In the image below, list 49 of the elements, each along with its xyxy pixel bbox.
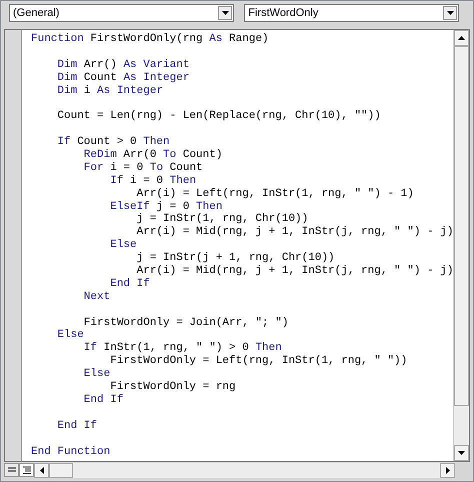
vertical-scrollbar[interactable] [453, 30, 469, 461]
code-line: Else [109, 239, 137, 252]
procedure-view-button[interactable] [4, 463, 19, 477]
code-line: ReDim Arr(0 To Count) [82, 149, 224, 162]
dropdown[interactable]: (General) [9, 4, 234, 22]
caret-icon [446, 11, 454, 15]
code-line: Dim Arr() As Variant [56, 58, 190, 72]
dropdown-button[interactable] [218, 6, 232, 20]
code-line: For i = 0 To Count [82, 162, 204, 175]
code-line: Dim i As Integer [56, 84, 164, 98]
scroll-left-button[interactable] [34, 462, 49, 478]
code-line: End If [56, 420, 98, 433]
code-line: Dim Count As Integer [56, 72, 190, 85]
code-line: End If [82, 394, 124, 407]
code-line: If i = 0 Then [109, 174, 198, 188]
code-line: Arr(i) = Mid(rng, j + 1, InStr(j, rng, " ") - j) [136, 226, 453, 240]
scroll-right-button[interactable] [440, 462, 455, 478]
caret-icon [222, 11, 229, 15]
dropdown[interactable]: FirstWordOnly [244, 4, 459, 22]
code-line: End Function [31, 446, 112, 458]
code-line: j = InStr(j + 1, rng, Chr(10)) [136, 252, 336, 265]
lines-icon [22, 466, 32, 474]
code-line: If InStr(1, rng, " ") > 0 Then [82, 342, 283, 355]
code-line: ElseIf j = 0 Then [109, 200, 224, 213]
code-line: Else [56, 329, 84, 342]
right-arrow-icon [446, 466, 450, 474]
scroll-up-button[interactable] [454, 30, 469, 46]
code-line: Arr(i) = Left(rng, InStr(1, rng, " ") - 1) [136, 188, 415, 201]
down-arrow-icon [458, 451, 465, 455]
code-line: If Count > 0 Then [56, 136, 171, 149]
up-arrow-icon [458, 36, 465, 40]
scroll-thumb[interactable] [49, 462, 73, 478]
scroll-thumb[interactable] [454, 46, 469, 406]
code-line: Next [82, 290, 112, 304]
code-line: FirstWordOnly = rng [109, 381, 237, 394]
scroll-down-button[interactable] [454, 445, 469, 461]
code-line: Function FirstWordOnly(rng As Range) [31, 33, 270, 46]
code-line: Else [82, 368, 111, 382]
code-line: Arr(i) = Mid(rng, j + 1, InStr(j, rng, " ") - j) [136, 265, 453, 278]
code-line: j = InStr(1, rng, Chr(10)) [136, 213, 310, 226]
full-module-view-button[interactable] [19, 463, 34, 477]
code-line: FirstWordOnly = Left(rng, InStr(1, rng, " ")) [110, 355, 408, 368]
dropdown-button[interactable] [443, 6, 457, 20]
lines-icon [6, 466, 16, 474]
left-arrow-icon [40, 466, 44, 474]
code-line: FirstWordOnly = Join(Arr, "; ") [83, 316, 290, 330]
horizontal-scrollbar[interactable] [34, 462, 455, 478]
code-line: End If [109, 278, 151, 291]
code-line: Count = Len(rng) - Len(Replace(rng, Chr(10), "")) [56, 110, 382, 124]
